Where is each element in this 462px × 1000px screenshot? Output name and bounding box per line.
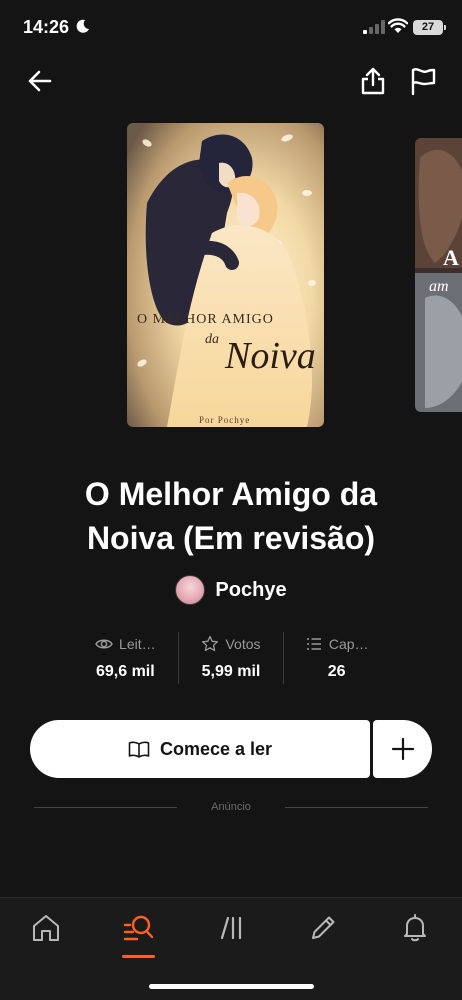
stat-chapters-label: Cap… (328, 636, 369, 652)
cover-credit: Por Pochye (199, 415, 250, 425)
book-open-icon (128, 741, 150, 758)
share-icon[interactable] (358, 66, 388, 96)
library-icon[interactable] (216, 912, 248, 944)
stat-votes: Votos 5,99 mil (177, 632, 284, 684)
moon-icon (76, 19, 89, 33)
book-cover[interactable]: O MELHOR AMIGO da Noiva Por Pochye (127, 123, 324, 427)
cover-title-line2: da (205, 332, 219, 347)
wifi-icon (388, 18, 408, 33)
stat-chapters-value: 26 (327, 663, 346, 680)
next-cover-text1: A (443, 245, 459, 270)
author-row[interactable]: Pochye (0, 575, 462, 605)
start-reading-button[interactable]: Comece a ler (30, 720, 370, 778)
ad-label: Anúncio (211, 801, 251, 813)
eye-icon (95, 639, 113, 649)
star-icon (202, 635, 219, 652)
flag-icon[interactable] (408, 66, 438, 96)
list-icon (306, 638, 321, 650)
stat-reads: Leit… 69,6 mil (73, 632, 178, 684)
battery-indicator: 27 (413, 20, 443, 35)
ad-divider: Anúncio (34, 797, 429, 817)
avatar[interactable] (175, 575, 206, 605)
add-to-library-button[interactable] (373, 720, 432, 778)
stat-votes-label: Votos (225, 636, 261, 652)
signal-icon (363, 20, 385, 34)
story-title: O Melhor Amigo da Noiva (Em revisão) (84, 476, 378, 556)
stat-votes-value: 5,99 mil (201, 663, 261, 680)
start-reading-label: Comece a ler (159, 738, 273, 759)
story-stats: Leit… 69,6 mil Votos 5,99 mil Cap… 26 (73, 632, 389, 684)
cover-art: O MELHOR AMIGO da Noiva Por Pochye (127, 123, 324, 427)
next-book-cover[interactable]: A am (415, 138, 462, 412)
pencil-icon[interactable] (307, 912, 339, 944)
stat-reads-label: Leit… (119, 636, 156, 652)
next-cover-art: A am (415, 138, 462, 412)
divider-line (284, 806, 429, 808)
next-cover-text2: am (429, 278, 449, 295)
bell-icon[interactable] (399, 912, 431, 944)
divider-line (34, 806, 178, 808)
status-time: 14:26 (23, 17, 70, 37)
home-icon[interactable] (30, 912, 62, 944)
search-icon[interactable] (123, 912, 155, 944)
author-name[interactable]: Pochye (215, 579, 286, 602)
stat-chapters: Cap… 26 (283, 632, 389, 684)
battery-tip (444, 25, 446, 30)
plus-icon (391, 737, 414, 761)
stat-reads-value: 69,6 mil (95, 663, 155, 680)
cover-title-line3: Noiva (224, 335, 316, 377)
arrow-left-icon[interactable] (25, 66, 55, 96)
cover-title-line1: O MELHOR AMIGO (137, 312, 274, 327)
active-tab-indicator (122, 955, 155, 958)
home-indicator (149, 984, 314, 989)
status-bar: 14:26 27 (0, 0, 462, 56)
